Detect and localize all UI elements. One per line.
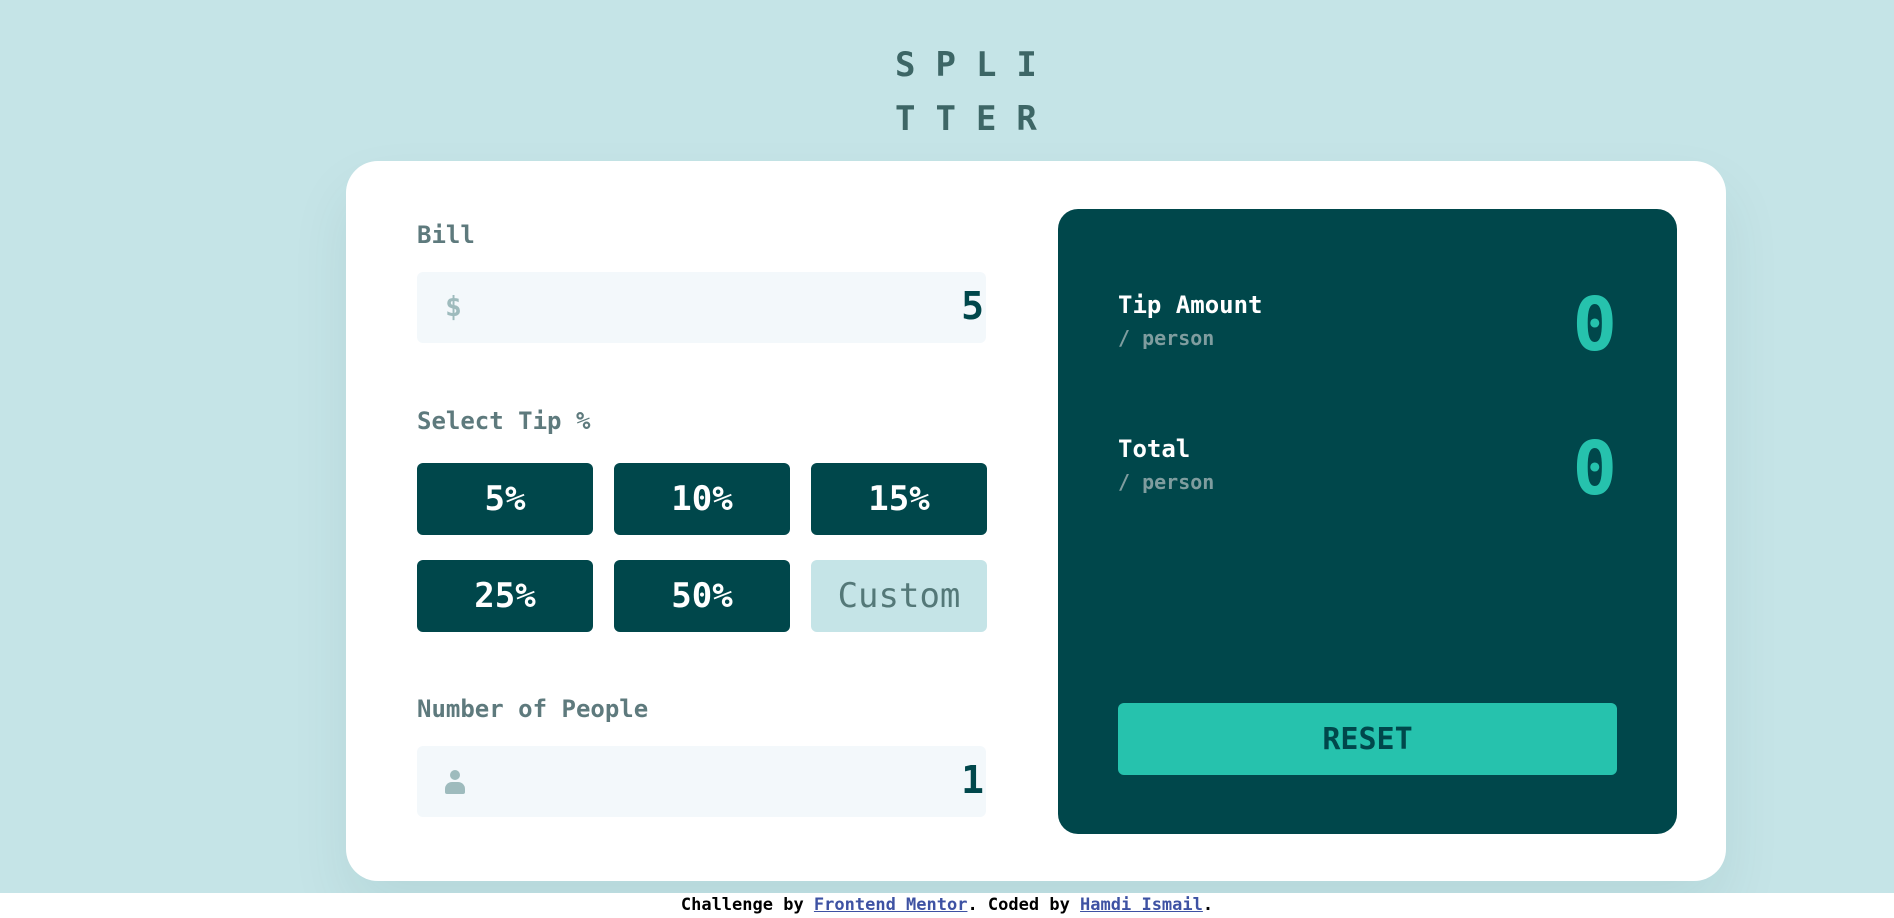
- total-per-person: / person: [1118, 470, 1215, 494]
- reset-button[interactable]: RESET: [1118, 703, 1617, 775]
- people-input[interactable]: 1: [417, 746, 986, 817]
- frontend-mentor-link[interactable]: Frontend Mentor: [814, 895, 968, 915]
- select-tip-label: Select Tip %: [417, 407, 591, 435]
- tip-button-50[interactable]: 50%: [614, 560, 790, 632]
- custom-tip-input[interactable]: Custom: [811, 560, 987, 632]
- footer-prefix: Challenge by: [680, 895, 814, 915]
- results-panel: Tip Amount / person 0 Total / person 0 R…: [1058, 209, 1677, 834]
- tip-button-10[interactable]: 10%: [614, 463, 790, 535]
- number-of-people-label: Number of People: [417, 695, 649, 723]
- tip-amount-per-person: / person: [1118, 326, 1215, 350]
- author-link[interactable]: Hamdi Ismail: [1080, 895, 1203, 915]
- total-value: 0: [1572, 426, 1617, 512]
- tip-amount-value: 0: [1572, 282, 1617, 368]
- bill-input[interactable]: $ 5: [417, 272, 986, 343]
- tip-button-25[interactable]: 25%: [417, 560, 593, 632]
- attribution-footer: Challenge by Frontend Mentor. Coded by H…: [0, 893, 1894, 918]
- people-value[interactable]: 1: [961, 758, 984, 802]
- bill-label: Bill: [417, 221, 475, 249]
- app-logo: SPLI TTER: [895, 45, 1057, 139]
- tip-button-15[interactable]: 15%: [811, 463, 987, 535]
- bill-value[interactable]: 5: [961, 284, 984, 328]
- dollar-icon: $: [445, 290, 462, 323]
- tip-options: 5% 10% 15% 25% 50% Custom: [417, 463, 987, 632]
- footer-middle: . Coded by: [967, 895, 1081, 915]
- tip-amount-label: Tip Amount: [1118, 291, 1263, 319]
- tip-button-5[interactable]: 5%: [417, 463, 593, 535]
- person-icon: [445, 770, 465, 794]
- total-label: Total: [1118, 435, 1191, 463]
- footer-suffix: .: [1202, 895, 1214, 915]
- page: SPLI TTER Bill $ 5 Select Tip % 5% 10% 1…: [0, 0, 1894, 918]
- calculator-card: Bill $ 5 Select Tip % 5% 10% 15% 25% 50%…: [346, 161, 1726, 881]
